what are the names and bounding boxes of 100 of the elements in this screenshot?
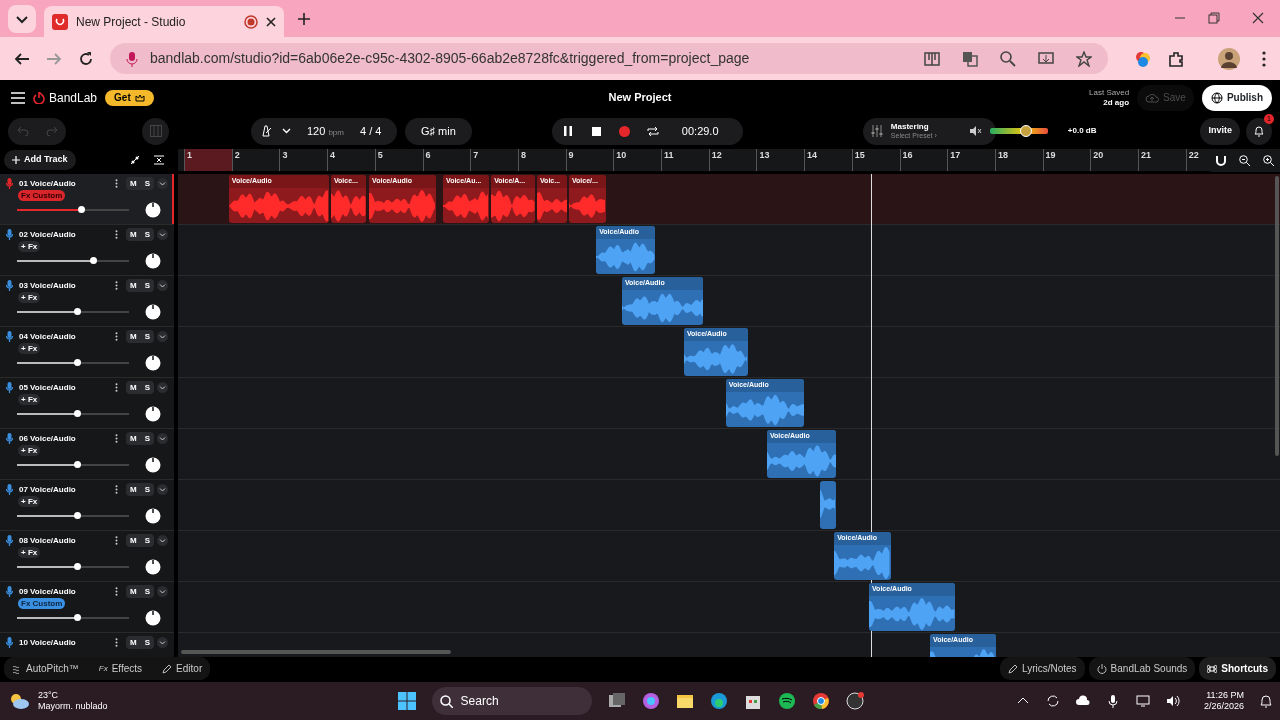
more-icon[interactable]: [115, 230, 118, 239]
more-icon[interactable]: [115, 536, 118, 545]
zoom-icon[interactable]: [1000, 50, 1016, 67]
track-header[interactable]: 03 Voice/Audio M S + Fx: [0, 276, 174, 327]
slider-thumb[interactable]: [74, 359, 82, 366]
extensions-icon[interactable]: [1168, 50, 1184, 67]
publish-button[interactable]: Publish: [1201, 84, 1272, 111]
get-button[interactable]: Get: [105, 89, 154, 106]
bookmark-star-icon[interactable]: [1076, 50, 1092, 67]
more-icon[interactable]: [115, 434, 118, 443]
track-header[interactable]: 06 Voice/Audio M S + Fx: [0, 429, 174, 480]
automation-icon[interactable]: [130, 154, 140, 165]
extension-colorful-icon[interactable]: [1134, 49, 1152, 68]
solo-button[interactable]: S: [144, 585, 150, 598]
fx-button[interactable]: + Fx: [18, 547, 41, 558]
slider-thumb[interactable]: [74, 308, 82, 315]
speaker-icon[interactable]: [969, 126, 982, 136]
task-view-icon[interactable]: [607, 692, 626, 710]
notification-bell-icon[interactable]: [1260, 694, 1272, 708]
solo-button[interactable]: S: [144, 381, 150, 394]
pause-icon[interactable]: [562, 126, 573, 136]
vertical-scrollbar[interactable]: [1275, 176, 1279, 456]
slider-thumb[interactable]: [90, 257, 98, 264]
time-signature[interactable]: 4 / 4: [360, 122, 382, 140]
track-header[interactable]: 09 Voice/Audio M S Fx Custom: [0, 582, 174, 633]
slider-thumb[interactable]: [74, 410, 82, 417]
new-tab-icon[interactable]: [298, 13, 310, 25]
volume-icon[interactable]: [1165, 694, 1180, 708]
key-button[interactable]: G♯ min: [405, 117, 472, 145]
reload-icon[interactable]: [78, 50, 94, 67]
slider-thumb[interactable]: [74, 563, 82, 570]
mute-button[interactable]: M: [130, 534, 137, 547]
more-icon[interactable]: [115, 332, 118, 341]
slider-thumb[interactable]: [1019, 125, 1032, 137]
menu-icon[interactable]: [1262, 50, 1266, 67]
stop-icon[interactable]: [591, 126, 601, 136]
mute-button[interactable]: M: [130, 177, 137, 190]
sync-icon[interactable]: [1045, 694, 1060, 708]
solo-button[interactable]: S: [144, 483, 150, 496]
fx-button[interactable]: + Fx: [18, 343, 41, 354]
tempo-field[interactable]: 120 bpm: [307, 122, 344, 140]
master-volume-slider[interactable]: [989, 128, 1048, 134]
mute-button[interactable]: M: [130, 330, 137, 343]
timeline-ruler[interactable]: 1 2 3 4 5 6 7 8 9 10 11 12 13 14 15 16 17 18 19 20 21 22: [178, 149, 1210, 171]
solo-button[interactable]: S: [144, 636, 150, 649]
sounds-button[interactable]: BandLab Sounds: [1088, 657, 1196, 680]
solo-button[interactable]: S: [144, 177, 150, 190]
fx-button[interactable]: + Fx: [18, 292, 41, 303]
track-header[interactable]: 04 Voice/Audio M S + Fx: [0, 327, 174, 378]
piano-icon[interactable]: [924, 50, 940, 67]
zoom-out-icon[interactable]: [1239, 155, 1250, 166]
solo-button[interactable]: S: [144, 534, 150, 547]
record-icon[interactable]: [618, 125, 630, 137]
browser-tab[interactable]: New Project - Studio: [44, 6, 284, 37]
mute-button[interactable]: M: [130, 279, 137, 292]
fx-button[interactable]: + Fx: [18, 445, 41, 456]
mute-button[interactable]: M: [130, 636, 137, 649]
more-icon[interactable]: [115, 281, 118, 290]
slider-thumb[interactable]: [74, 614, 82, 621]
fx-button[interactable]: Fx Custom: [18, 190, 66, 201]
address-bar[interactable]: bandlab.com/studio?id=6ab06e2e-c95c-4302-8905-66ab2e8728fc&triggered_from=project_page: [110, 43, 1108, 74]
invite-button[interactable]: Invite: [1200, 117, 1240, 145]
close-icon[interactable]: [1252, 12, 1264, 24]
mute-button[interactable]: M: [130, 432, 137, 445]
profile-avatar[interactable]: [1218, 47, 1240, 70]
solo-button[interactable]: S: [144, 432, 150, 445]
metronome-icon[interactable]: [260, 125, 272, 137]
folder-icon[interactable]: [675, 692, 694, 710]
track-header[interactable]: 07 Voice/Audio M S + Fx: [0, 480, 174, 531]
add-track-button[interactable]: Add Track: [4, 149, 76, 170]
mute-button[interactable]: M: [130, 585, 137, 598]
more-icon[interactable]: [115, 179, 118, 188]
restore-icon[interactable]: [1208, 12, 1220, 24]
mute-button[interactable]: M: [130, 483, 137, 496]
fx-button[interactable]: + Fx: [18, 496, 41, 507]
back-icon[interactable]: [14, 50, 30, 67]
install-icon[interactable]: [1038, 50, 1054, 67]
track-header[interactable]: 08 Voice/Audio M S + Fx: [0, 531, 174, 582]
horizontal-scrollbar[interactable]: [181, 650, 451, 654]
more-icon[interactable]: [115, 485, 118, 494]
start-icon[interactable]: [397, 692, 416, 710]
tab-search-icon[interactable]: [8, 5, 36, 33]
fx-button[interactable]: Fx Custom: [18, 598, 66, 609]
track-header[interactable]: 05 Voice/Audio M S + Fx: [0, 378, 174, 429]
taskbar-search[interactable]: Search: [431, 687, 592, 715]
solo-button[interactable]: S: [144, 228, 150, 241]
audio-clip[interactable]: [819, 481, 837, 529]
menu-icon[interactable]: [11, 91, 25, 104]
slider-thumb[interactable]: [77, 206, 85, 213]
more-icon[interactable]: [115, 383, 118, 392]
solo-button[interactable]: S: [144, 279, 150, 292]
time-display[interactable]: 00:29.0: [681, 122, 719, 140]
close-icon[interactable]: [266, 16, 276, 27]
slider-thumb[interactable]: [74, 461, 82, 468]
microphone-icon[interactable]: [1105, 694, 1120, 708]
fx-button[interactable]: + Fx: [18, 241, 41, 252]
lyrics-button[interactable]: Lyrics/Notes: [999, 657, 1085, 680]
solo-button[interactable]: S: [144, 330, 150, 343]
more-icon[interactable]: [115, 587, 118, 596]
collapse-icon[interactable]: [154, 154, 164, 165]
